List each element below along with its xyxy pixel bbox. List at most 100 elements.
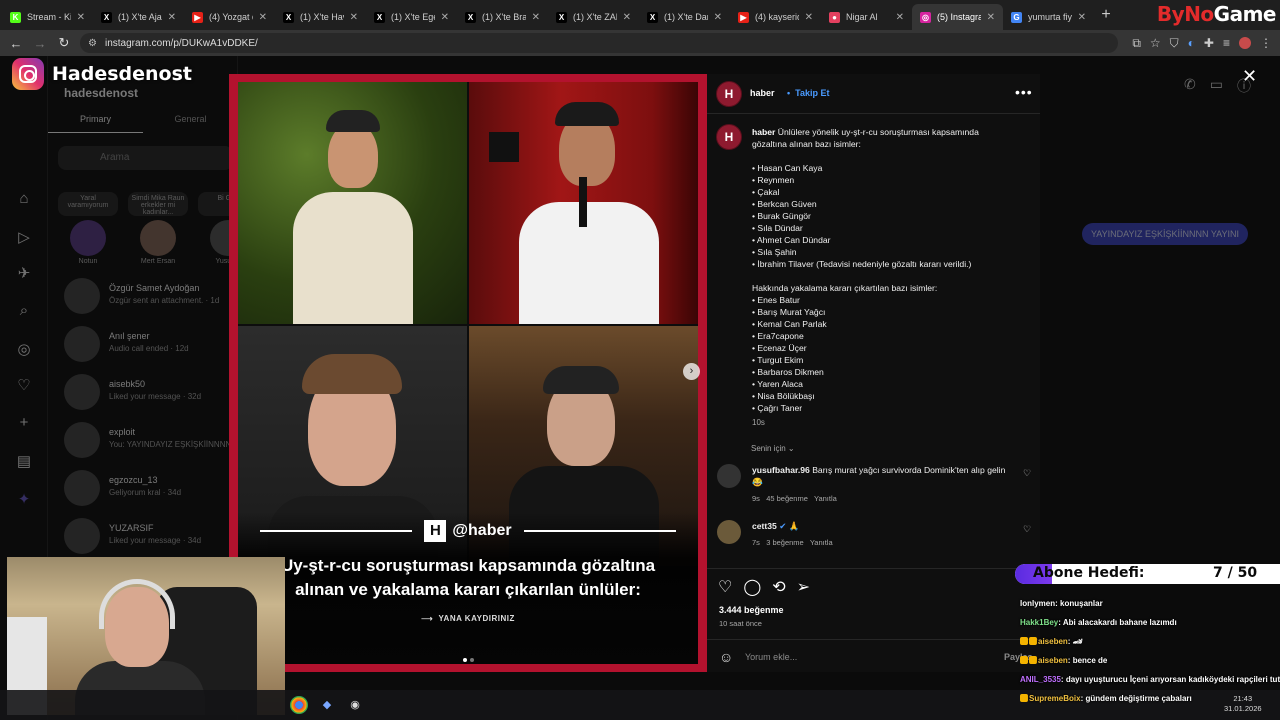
inbox-search-input[interactable]: Arama bbox=[58, 146, 233, 170]
tab-close-icon[interactable]: ✕ bbox=[532, 12, 540, 23]
search-icon[interactable]: ⌕ bbox=[15, 302, 33, 320]
headline-line: alınan ve yakalama kararı çıkarılan ünlü… bbox=[295, 580, 641, 599]
chat-username[interactable]: aiseben bbox=[1038, 637, 1068, 646]
threads-icon[interactable]: ✦ bbox=[15, 490, 33, 508]
notifications-icon[interactable]: ♡ bbox=[15, 376, 33, 394]
note-item[interactable]: Simdi Mika Raun erkekler mi kadınlar... M… bbox=[128, 192, 188, 265]
browser-tab[interactable]: K Stream - Kick ✕ bbox=[2, 4, 93, 30]
for-you-filter[interactable]: Senin için ⌄ bbox=[751, 444, 795, 453]
chat-username[interactable]: ANIL_3535 bbox=[1020, 675, 1061, 684]
browser-tab[interactable]: X (1) X'te Haver ✕ bbox=[275, 4, 366, 30]
media-controls-icon[interactable]: ≡ bbox=[1223, 36, 1230, 50]
browser-tab[interactable]: X (1) X'te ZAM ✕ bbox=[548, 4, 639, 30]
commenter-username[interactable]: cett35 bbox=[752, 521, 777, 531]
conversation-item[interactable]: Anıl şener Audio call ended · 12d bbox=[64, 326, 239, 366]
repost-icon[interactable]: ⟲ bbox=[772, 577, 785, 597]
browser-tab[interactable]: X (1) X'te Brad ✕ bbox=[457, 4, 548, 30]
tab-close-icon[interactable]: ✕ bbox=[987, 12, 995, 23]
menu-icon[interactable]: ⋮ bbox=[1260, 36, 1272, 50]
phone-icon[interactable]: ✆ bbox=[1184, 76, 1196, 96]
commenter-avatar[interactable] bbox=[717, 520, 741, 544]
comment-input[interactable]: Yorum ekle... bbox=[745, 652, 797, 662]
tab-close-icon[interactable]: ✕ bbox=[896, 12, 904, 23]
conversation-item[interactable]: aisebk50 Liked your message · 32d bbox=[64, 374, 239, 414]
conversation-item[interactable]: YUZARSIF Liked your message · 34d bbox=[64, 518, 239, 558]
browser-tab[interactable]: ◎ (5) Instagram ✕ bbox=[912, 4, 1003, 30]
back-icon[interactable]: ← bbox=[4, 31, 28, 55]
browser-tab[interactable]: ▶ (4) kayseride ✕ bbox=[730, 4, 821, 30]
tab-close-icon[interactable]: ✕ bbox=[77, 12, 85, 23]
chat-username[interactable]: SupremeBoix bbox=[1029, 694, 1081, 703]
address-bar[interactable]: ⚙ instagram.com/p/DUKwA1vDDKE/ bbox=[80, 33, 1118, 53]
share-icon[interactable]: ➢ bbox=[797, 577, 810, 597]
emoji-icon[interactable]: ☺ bbox=[719, 649, 733, 665]
install-app-icon[interactable]: ⧉ bbox=[1132, 36, 1141, 51]
profile-avatar[interactable] bbox=[1239, 37, 1251, 49]
comment-like-icon[interactable]: ♡ bbox=[1023, 468, 1031, 479]
brand-handle: @haber bbox=[452, 522, 512, 539]
forward-icon[interactable]: → bbox=[28, 31, 52, 55]
chat-username[interactable]: aiseben bbox=[1038, 656, 1068, 665]
note-item[interactable]: Yaral varamıyorum Notun bbox=[58, 192, 118, 265]
tab-close-icon[interactable]: ✕ bbox=[1078, 12, 1086, 23]
reply-button[interactable]: Yanıtla bbox=[814, 494, 837, 503]
like-icon[interactable]: ♡ bbox=[718, 577, 732, 597]
chat-username[interactable]: lonlymen bbox=[1020, 599, 1055, 608]
post-media: H @haber Uy-şt-r-cu soruşturması kapsamın… bbox=[229, 74, 707, 672]
new-tab-button[interactable]: + bbox=[1094, 6, 1118, 24]
comment-meta: 7s 3 beğenme Yanıtla bbox=[752, 538, 833, 547]
app-icon[interactable]: ◆ bbox=[318, 696, 336, 714]
browser-tab[interactable]: X (1) X'te Ege ✕ bbox=[366, 4, 457, 30]
conversation-item[interactable]: Özgür Samet Aydoğan Özgür sent an attachm… bbox=[64, 278, 239, 318]
tab-general[interactable]: General bbox=[143, 114, 238, 133]
tab-close-icon[interactable]: ✕ bbox=[168, 12, 176, 23]
reload-icon[interactable]: ↻ bbox=[52, 31, 76, 55]
conversation-item[interactable]: exploit You: YAYINDAYIZ EŞKİŞKİİNNNN Y bbox=[64, 422, 239, 462]
site-info-icon[interactable]: ⚙ bbox=[88, 38, 97, 49]
home-icon[interactable]: ⌂ bbox=[15, 190, 33, 208]
extension-icon[interactable]: ◐ bbox=[1188, 36, 1195, 50]
caption-username[interactable]: haber bbox=[752, 127, 775, 137]
comment-likes[interactable]: 45 beğenme bbox=[766, 494, 808, 503]
tab-close-icon[interactable]: ✕ bbox=[623, 12, 631, 23]
tab-close-icon[interactable]: ✕ bbox=[805, 12, 813, 23]
tab-close-icon[interactable]: ✕ bbox=[259, 12, 267, 23]
author-avatar[interactable]: H bbox=[716, 81, 742, 107]
browser-tab[interactable]: ● Nigar Al ✕ bbox=[821, 4, 912, 30]
chrome-icon[interactable] bbox=[290, 696, 308, 714]
commenter-username[interactable]: yusufbahar.96 bbox=[752, 465, 810, 475]
close-icon[interactable]: ✕ bbox=[1242, 66, 1257, 87]
messages-icon[interactable]: ✈ bbox=[15, 264, 33, 282]
chat-username[interactable]: Hakk1Bey bbox=[1020, 618, 1058, 627]
author-username[interactable]: haber bbox=[750, 88, 775, 98]
reply-button[interactable]: Yanıtla bbox=[810, 538, 833, 547]
puzzle-icon[interactable]: ✚ bbox=[1204, 36, 1214, 50]
browser-tab[interactable]: ▶ (4) Yozgat dizi ✕ bbox=[184, 4, 275, 30]
follow-button[interactable]: • Takip Et bbox=[787, 88, 830, 98]
tab-close-icon[interactable]: ✕ bbox=[350, 12, 358, 23]
explore-icon[interactable]: ◎ bbox=[15, 340, 33, 358]
tab-close-icon[interactable]: ✕ bbox=[714, 12, 722, 23]
comment-like-icon[interactable]: ♡ bbox=[1023, 524, 1031, 535]
tab-primary[interactable]: Primary bbox=[48, 114, 143, 133]
shield-icon[interactable]: ⛉ bbox=[1170, 36, 1179, 51]
dashboard-icon[interactable]: ▤ bbox=[15, 452, 33, 470]
commenter-avatar[interactable] bbox=[717, 464, 741, 488]
like-count[interactable]: 3.444 beğenme bbox=[719, 605, 784, 615]
more-options-icon[interactable]: ••• bbox=[1015, 84, 1033, 100]
caption-avatar[interactable]: H bbox=[716, 124, 742, 150]
carousel-next-button[interactable]: › bbox=[683, 363, 700, 380]
browser-tab[interactable]: Gyumurta fiyat ✕ bbox=[1003, 4, 1094, 30]
comment-likes[interactable]: 3 beğenme bbox=[766, 538, 804, 547]
chat-text: bence de bbox=[1072, 656, 1108, 665]
browser-tab[interactable]: X (1) X'te Dark ✕ bbox=[639, 4, 730, 30]
tab-close-icon[interactable]: ✕ bbox=[441, 12, 449, 23]
obs-icon[interactable]: ◉ bbox=[346, 696, 364, 714]
conversation-item[interactable]: egzozcu_13 Geliyorum kral · 34d bbox=[64, 470, 239, 510]
create-icon[interactable]: + bbox=[15, 414, 33, 432]
browser-tab[interactable]: X (1) X'te Ajans ✕ bbox=[93, 4, 184, 30]
video-call-icon[interactable]: ▭ bbox=[1210, 76, 1223, 96]
bookmark-star-icon[interactable]: ☆ bbox=[1150, 36, 1161, 50]
reels-icon[interactable]: ▷ bbox=[15, 228, 33, 246]
comment-icon[interactable]: ◯ bbox=[743, 577, 761, 597]
